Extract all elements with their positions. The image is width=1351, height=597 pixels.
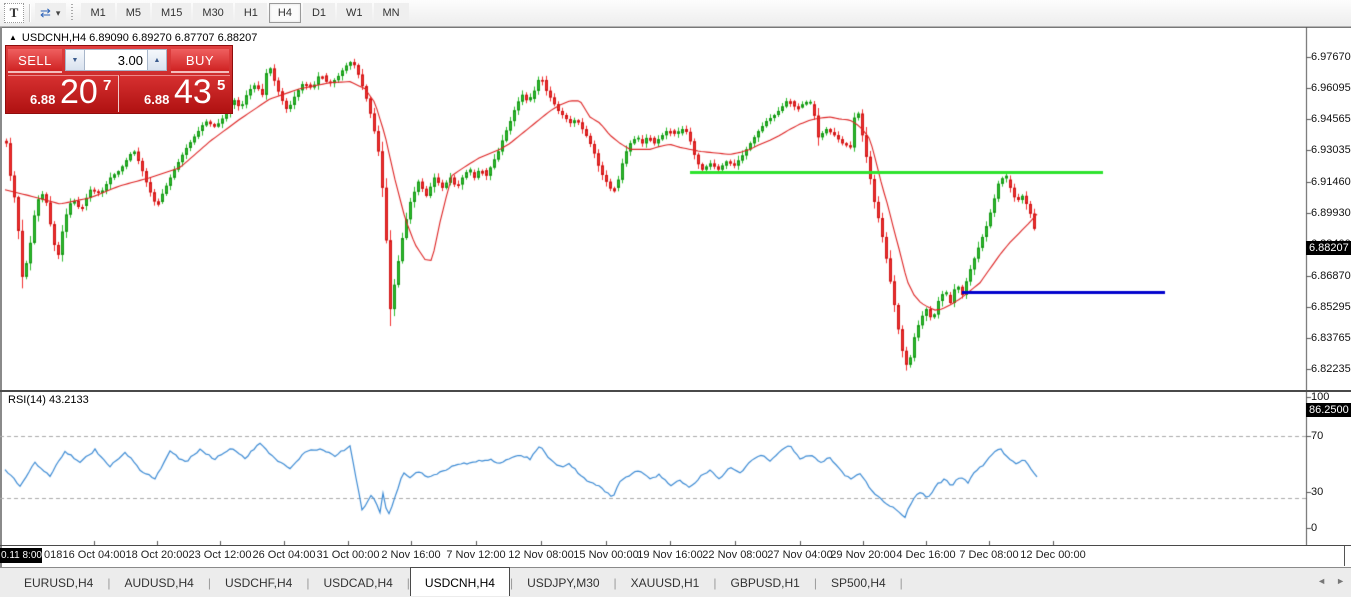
tab-scroll-right-icon[interactable]: ► — [1336, 576, 1345, 586]
time-tick-label: 23 Oct 12:00 — [189, 549, 252, 561]
time-tick-label: 18 Oct 20:00 — [126, 549, 189, 561]
timeframe-button-d1[interactable]: D1 — [303, 3, 335, 23]
time-tick-label: 26 Oct 04:00 — [253, 549, 316, 561]
ask-quote[interactable]: 6.88 43 5 — [120, 75, 230, 112]
volume-input[interactable]: 3.00 — [85, 49, 147, 71]
collapse-triangle-icon[interactable]: ▲ — [9, 34, 17, 42]
time-crosshair-box: 0.11 8:00 — [0, 548, 42, 563]
chevron-down-icon: ▾ — [53, 8, 64, 19]
volume-increase-icon[interactable]: ▲ — [147, 49, 167, 71]
time-tick-label: 2 Nov 16:00 — [381, 549, 440, 561]
timeframe-button-m30[interactable]: M30 — [193, 3, 232, 23]
sell-button[interactable]: SELL — [8, 49, 62, 73]
time-tick-label: 7 Dec 08:00 — [959, 549, 1018, 561]
axis-corner-mark — [1344, 546, 1345, 566]
bid-quote[interactable]: 6.88 20 7 — [8, 75, 119, 112]
trade-arrows-button[interactable]: ⇄ ▾ — [35, 3, 66, 23]
time-tick-label: 22 Nov 08:00 — [702, 549, 767, 561]
toolbar-drag-handle[interactable] — [70, 4, 74, 22]
trade-panel-top-row: SELL ▼ 3.00 ▲ BUY — [8, 49, 229, 73]
time-tick-label: 7 Nov 12:00 — [446, 549, 505, 561]
toolbar-separator — [29, 4, 30, 22]
tab-scroll-controls: ◄ ► — [1317, 576, 1345, 586]
chart-tab-gbpusd[interactable]: GBPUSD,H1 — [716, 568, 813, 597]
chart-title: ▲ USDCNH,H4 6.89090 6.89270 6.87707 6.88… — [9, 32, 257, 44]
time-tick-label: 31 Oct 00:00 — [317, 549, 380, 561]
timeframe-button-m15[interactable]: M15 — [152, 3, 191, 23]
time-tick-label: 29 Nov 20:00 — [830, 549, 895, 561]
price-tick-label: 6.91460 — [1311, 176, 1351, 188]
timeframe-button-w1[interactable]: W1 — [337, 3, 372, 23]
rsi-tick-label: 0 — [1311, 522, 1317, 534]
ask-price-point: 5 — [217, 77, 225, 94]
time-axis-partial-label: 018 — [44, 549, 62, 561]
price-tick-label: 6.86870 — [1311, 270, 1351, 282]
bid-price-point: 7 — [103, 77, 111, 94]
trade-panel-quotes: 6.88 20 7 6.88 43 5 — [8, 75, 230, 112]
rsi-indicator-chart[interactable] — [0, 392, 1351, 545]
timeframe-button-m5[interactable]: M5 — [117, 3, 150, 23]
price-tick-label: 6.97670 — [1311, 51, 1351, 63]
time-tick-label: 15 Nov 00:00 — [573, 549, 638, 561]
chart-tab-usdjpy[interactable]: USDJPY,M30 — [513, 568, 613, 597]
one-click-trading-panel: SELL ▼ 3.00 ▲ BUY 6.88 20 7 6.88 43 5 — [5, 45, 233, 114]
price-tick-label: 6.83765 — [1311, 332, 1351, 344]
rsi-tick-label: 70 — [1311, 430, 1323, 442]
rsi-marker-box: 86.2500 — [1306, 403, 1351, 417]
price-tick-label: 6.94565 — [1311, 113, 1351, 125]
trade-arrows-icon: ⇄ — [38, 5, 53, 21]
rsi-tick-label: 100 — [1311, 391, 1329, 403]
symbol-tab-bar: EURUSD,H4|AUDUSD,H4|USDCHF,H4|USDCAD,H4|… — [0, 568, 1351, 597]
timeframe-button-mn[interactable]: MN — [374, 3, 409, 23]
time-tick-label: 19 Nov 16:00 — [637, 549, 702, 561]
time-tick-label: 27 Nov 04:00 — [767, 549, 832, 561]
timeframe-button-h4[interactable]: H4 — [269, 3, 301, 23]
bid-price-base: 6.88 — [30, 92, 55, 107]
timeframe-button-group: M1M5M15M30H1H4D1W1MN — [80, 3, 409, 23]
rsi-tick-label: 30 — [1311, 486, 1323, 498]
buy-button[interactable]: BUY — [171, 49, 229, 73]
chart-tab-sp500[interactable]: SP500,H4 — [817, 568, 900, 597]
rsi-indicator-label: RSI(14) 43.2133 — [8, 394, 89, 406]
timeframe-button-h1[interactable]: H1 — [235, 3, 267, 23]
chart-rsi-divider[interactable] — [0, 390, 1351, 392]
chart-tab-xauusd[interactable]: XAUUSD,H1 — [617, 568, 714, 597]
bid-price-pips: 20 — [60, 73, 98, 112]
rsi-timeaxis-divider — [0, 545, 1351, 546]
price-tick-label: 6.93035 — [1311, 144, 1351, 156]
tab-scroll-left-icon[interactable]: ◄ — [1317, 576, 1326, 586]
timeframe-button-m1[interactable]: M1 — [81, 3, 114, 23]
ask-price-pips: 43 — [174, 73, 212, 112]
volume-stepper: ▼ 3.00 ▲ — [65, 49, 167, 73]
price-tick-label: 6.89930 — [1311, 207, 1351, 219]
price-tick-label: 6.82235 — [1311, 363, 1351, 375]
price-tick-label: 6.96095 — [1311, 82, 1351, 94]
current-price-box: 6.88207 — [1306, 241, 1351, 255]
chart-tab-usdcad[interactable]: USDCAD,H4 — [309, 568, 406, 597]
chart-title-text: USDCNH,H4 6.89090 6.89270 6.87707 6.8820… — [22, 32, 257, 44]
chart-tab-eurusd[interactable]: EURUSD,H4 — [10, 568, 107, 597]
time-tick-label: 12 Nov 08:00 — [508, 549, 573, 561]
chart-tab-usdcnh[interactable]: USDCNH,H4 — [410, 567, 510, 596]
chart-tab-audusd[interactable]: AUDUSD,H4 — [110, 568, 207, 597]
text-annotation-icon[interactable]: T — [4, 3, 24, 23]
chart-tab-usdchf[interactable]: USDCHF,H4 — [211, 568, 306, 597]
ask-price-base: 6.88 — [144, 92, 169, 107]
trading-platform-window: T ⇄ ▾ M1M5M15M30H1H4D1W1MN ▲ USDCNH,H4 6… — [0, 0, 1351, 597]
time-tick-label: 16 Oct 04:00 — [63, 549, 126, 561]
time-tick-label: 4 Dec 16:00 — [896, 549, 955, 561]
price-tick-label: 6.85295 — [1311, 301, 1351, 313]
time-tick-label: 12 Dec 00:00 — [1020, 549, 1085, 561]
tab-separator: | — [900, 576, 903, 590]
top-toolbar: T ⇄ ▾ M1M5M15M30H1H4D1W1MN — [0, 0, 1351, 27]
volume-decrease-icon[interactable]: ▼ — [65, 49, 85, 71]
